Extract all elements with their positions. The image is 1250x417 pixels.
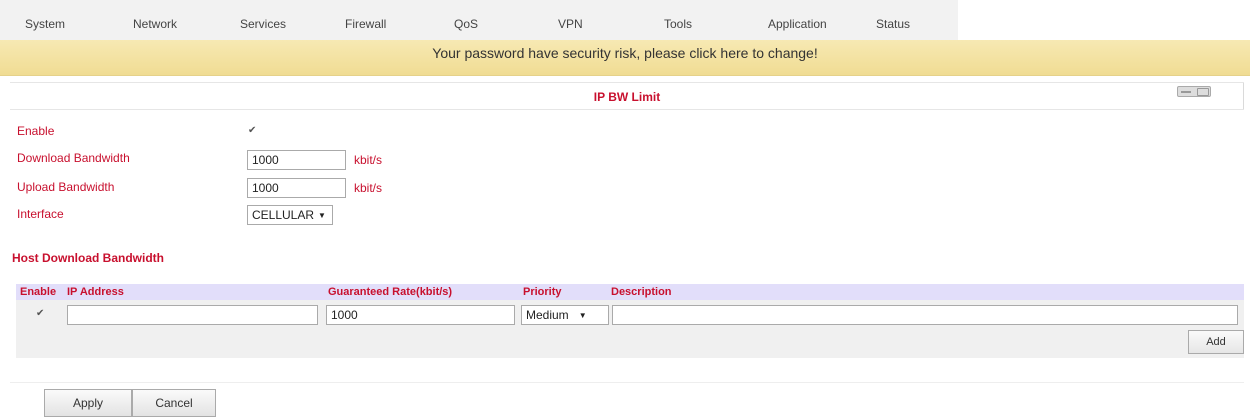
row-priority-value: Medium	[526, 308, 569, 322]
caret-down-icon: ▼	[318, 211, 326, 220]
upload-bandwidth-input[interactable]	[247, 178, 346, 198]
row-priority-select[interactable]: Medium ▼	[521, 305, 609, 325]
nav-item-qos[interactable]: QoS	[454, 17, 478, 31]
host-download-bandwidth-title: Host Download Bandwidth	[12, 251, 164, 265]
section-header-edge	[1243, 83, 1244, 109]
section-header: IP BW Limit	[10, 82, 1244, 110]
nav-item-network[interactable]: Network	[133, 17, 177, 31]
apply-button[interactable]: Apply	[44, 389, 132, 417]
footer-divider	[10, 382, 1244, 383]
page-title: IP BW Limit	[593, 90, 661, 104]
enable-label: Enable	[17, 124, 55, 138]
nav-item-services[interactable]: Services	[240, 17, 286, 31]
window-controls-icon[interactable]	[1177, 86, 1211, 97]
nav-item-status[interactable]: Status	[876, 17, 910, 31]
interface-label: Interface	[17, 207, 64, 221]
column-header-priority: Priority	[523, 286, 562, 298]
column-header-description: Description	[611, 286, 672, 298]
nav-item-application[interactable]: Application	[768, 17, 827, 31]
download-unit: kbit/s	[354, 153, 383, 167]
password-warning-banner[interactable]: Your password have security risk, please…	[0, 40, 1250, 76]
interface-select[interactable]: CELLULAR ▼	[247, 205, 333, 225]
download-bandwidth-input[interactable]	[247, 150, 346, 170]
enable-checkbox[interactable]: ✔	[248, 125, 256, 137]
row-description-input[interactable]	[612, 305, 1238, 325]
row-enable-checkbox[interactable]: ✔	[36, 308, 44, 320]
nav-item-system[interactable]: System	[25, 17, 65, 31]
nav-item-firewall[interactable]: Firewall	[345, 17, 386, 31]
download-bandwidth-label: Download Bandwidth	[17, 151, 130, 165]
table-header: Enable IP Address Guaranteed Rate(kbit/s…	[16, 284, 1244, 300]
add-button[interactable]: Add	[1188, 330, 1244, 354]
host-table: Enable IP Address Guaranteed Rate(kbit/s…	[16, 284, 1244, 358]
nav-item-tools[interactable]: Tools	[664, 17, 692, 31]
nav-item-vpn[interactable]: VPN	[558, 17, 583, 31]
row-guaranteed-rate-input[interactable]	[326, 305, 515, 325]
top-nav: System Network Services Firewall QoS VPN…	[0, 0, 958, 44]
cancel-button[interactable]: Cancel	[132, 389, 216, 417]
row-ip-address-input[interactable]	[67, 305, 318, 325]
interface-select-value: CELLULAR	[252, 208, 315, 222]
caret-down-icon: ▼	[578, 311, 587, 320]
column-header-guaranteed-rate: Guaranteed Rate(kbit/s)	[328, 286, 453, 298]
column-header-ip-address: IP Address	[67, 286, 124, 298]
upload-bandwidth-label: Upload Bandwidth	[17, 180, 115, 194]
column-header-enable: Enable	[20, 286, 57, 298]
upload-unit: kbit/s	[354, 181, 383, 195]
